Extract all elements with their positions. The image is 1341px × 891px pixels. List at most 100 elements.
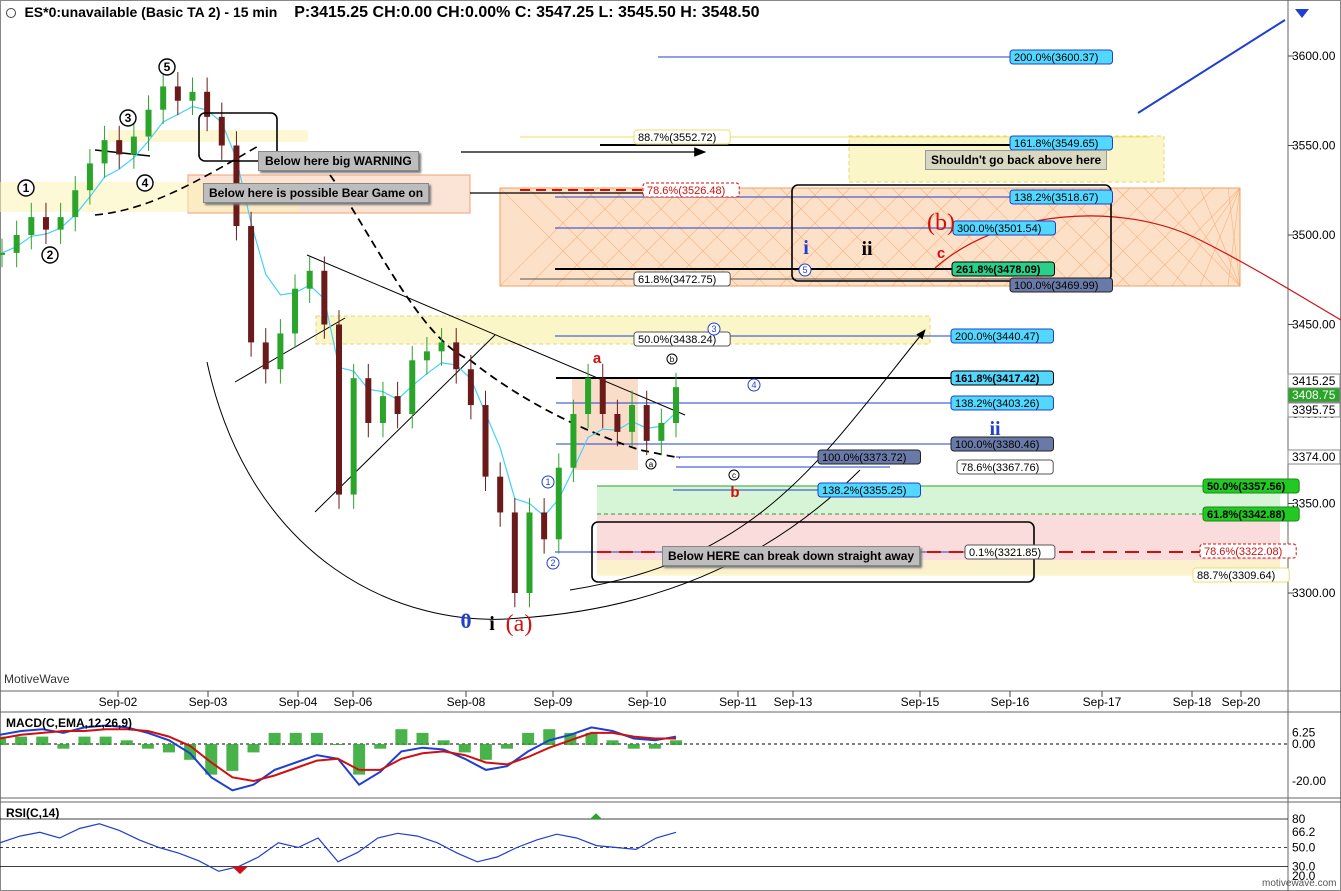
candle-body: [497, 476, 504, 513]
gear-icon[interactable]: [6, 7, 16, 18]
annotation-break-down: Below HERE can break down straight away: [662, 546, 921, 566]
candle-body: [101, 140, 108, 164]
fib-label: 138.2%(3518.67): [1009, 189, 1113, 205]
minor-wave-label: 2: [550, 558, 555, 568]
subwave-label: a: [649, 460, 654, 469]
rsi-tick-label: 50.0: [1292, 841, 1316, 855]
yellow-band-top: [108, 130, 308, 142]
wave-roman-blue: i: [803, 237, 809, 259]
fib-label-text: 200.0%(3440.47): [955, 331, 1039, 343]
macd-histogram-bar: [416, 732, 429, 745]
macd-histogram-bar: [627, 744, 640, 749]
price-label-text: 3395.75: [1292, 403, 1336, 417]
fib-label: 50.0%(3357.56): [1202, 478, 1300, 494]
macd-histogram-bar: [163, 744, 175, 753]
macd-histogram-bar: [648, 744, 661, 749]
minor-wave-label: 5: [802, 265, 807, 275]
macd-histogram-bar: [374, 744, 387, 749]
rsi-tick-label: 66.2: [1292, 825, 1316, 839]
candle-body: [218, 116, 225, 146]
candle-body: [629, 405, 636, 432]
wave-circle-label: 3: [125, 111, 132, 125]
y-tick-label: 3500.00: [1292, 228, 1336, 242]
fib-label: 78.6%(3367.76): [956, 459, 1054, 475]
candle-body: [482, 405, 489, 477]
candle-body: [57, 217, 64, 230]
candle-body: [13, 235, 20, 253]
fib-label-text: 100.0%(3469.99): [1014, 280, 1098, 292]
fib-label: 100.0%(3373.72): [817, 449, 921, 465]
fib-label: 88.7%(3552.72): [633, 129, 731, 145]
x-axis: Sep-02 Sep-03 Sep-04 Sep-06 Sep-08 Sep-09 Sep-…: [99, 691, 1261, 709]
x-tick-label: Sep-09: [534, 695, 573, 709]
change-value: CH:0.00: [372, 4, 433, 21]
candle-body: [321, 270, 328, 325]
macd-pane: 6.250.00-20.00: [0, 724, 1326, 792]
fib-label-text: 50.0%(3357.56): [1207, 481, 1286, 493]
rsi-title: RSI(C,14): [6, 806, 60, 820]
footer-brand: motivewave.com: [1262, 878, 1337, 889]
close-value: C: 3547.25: [514, 4, 594, 21]
fib-label: 200.0%(3440.47): [950, 328, 1054, 344]
annotation-big-warning: Below here big WARNING: [258, 151, 419, 171]
candle-body: [145, 109, 152, 137]
macd-histogram-bar: [78, 736, 91, 745]
fib-label: 138.2%(3403.26): [950, 395, 1054, 411]
rsi-overbought-fill: [590, 813, 602, 819]
candle-body: [585, 378, 592, 414]
x-tick-label: Sep-20: [1222, 695, 1261, 709]
minor-wave-label: 3: [711, 324, 716, 334]
candle-body: [28, 217, 35, 235]
candle-body: [365, 378, 372, 423]
x-tick-label: Sep-17: [1083, 695, 1122, 709]
candle-body: [292, 288, 299, 334]
x-tick-label: Sep-08: [447, 695, 486, 709]
candle-body: [189, 91, 196, 101]
fib-label: 61.8%(3342.88): [1202, 506, 1300, 522]
high-value: H: 3548.50: [680, 4, 760, 21]
macd-title: MACD(C,EMA,12,26,9): [6, 716, 133, 730]
fib-label: 100.0%(3469.99): [1009, 277, 1113, 293]
rsi-oversold-fill: [232, 866, 248, 875]
macd-histogram-bar: [99, 736, 112, 745]
macd-tick-label: 0.00: [1292, 737, 1316, 751]
fib-label: 200.0%(3600.37): [1009, 49, 1113, 65]
candle-body: [174, 86, 181, 101]
fib-label: 88.7%(3309.64): [1192, 567, 1290, 583]
x-tick-label: Sep-03: [189, 695, 228, 709]
wave-paren-red: (a): [506, 611, 533, 637]
candle-body: [160, 86, 167, 110]
price-label: 3408.75: [1287, 387, 1341, 403]
annotation-shouldnt-go-back: Shouldn't go back above here: [925, 150, 1108, 170]
wave-letter-red: a: [593, 350, 602, 367]
candle-body: [262, 342, 269, 370]
fib-label: 100.0%(3380.46): [950, 436, 1054, 452]
macd-histogram-bar: [120, 740, 133, 745]
x-tick-label: Sep-18: [1173, 695, 1212, 709]
macd-histogram-bar: [289, 732, 302, 745]
fib-label-text: 78.6%(3367.76): [961, 462, 1039, 474]
candle-body: [409, 360, 416, 414]
candle-body: [423, 351, 430, 361]
price-label: 3415.25: [1287, 373, 1341, 389]
price-value: P:3415.25: [294, 4, 369, 21]
fib-label-text: 161.8%(3549.65): [1014, 138, 1098, 150]
x-tick-label: Sep-13: [774, 695, 813, 709]
fib-label-text: 138.2%(3355.25): [822, 485, 906, 497]
candle-body: [72, 190, 79, 218]
candle-body: [379, 396, 386, 423]
candle-body: [643, 405, 650, 441]
macd-histogram-bar: [670, 740, 682, 745]
trading-chart[interactable]: 6.250.00-20.00 8066.250.030.020.0 Sep-02…: [0, 0, 1341, 891]
x-tick-label: Sep-16: [991, 695, 1030, 709]
wave-letter-red: b: [730, 484, 739, 501]
fib-label: 261.8%(3478.09): [951, 261, 1055, 277]
candle-body: [526, 512, 533, 593]
fib-label: 161.8%(3417.42): [950, 370, 1054, 386]
macd-histogram-bar: [437, 740, 450, 745]
x-tick-label: Sep-04: [279, 695, 318, 709]
chart-header: ES*0:unavailable (Basic TA 2) - 15 min P…: [6, 4, 759, 22]
scroll-down-icon[interactable]: [1295, 9, 1309, 18]
price-label-text: 3374.00: [1292, 450, 1336, 464]
x-tick-label: Sep-02: [99, 695, 138, 709]
